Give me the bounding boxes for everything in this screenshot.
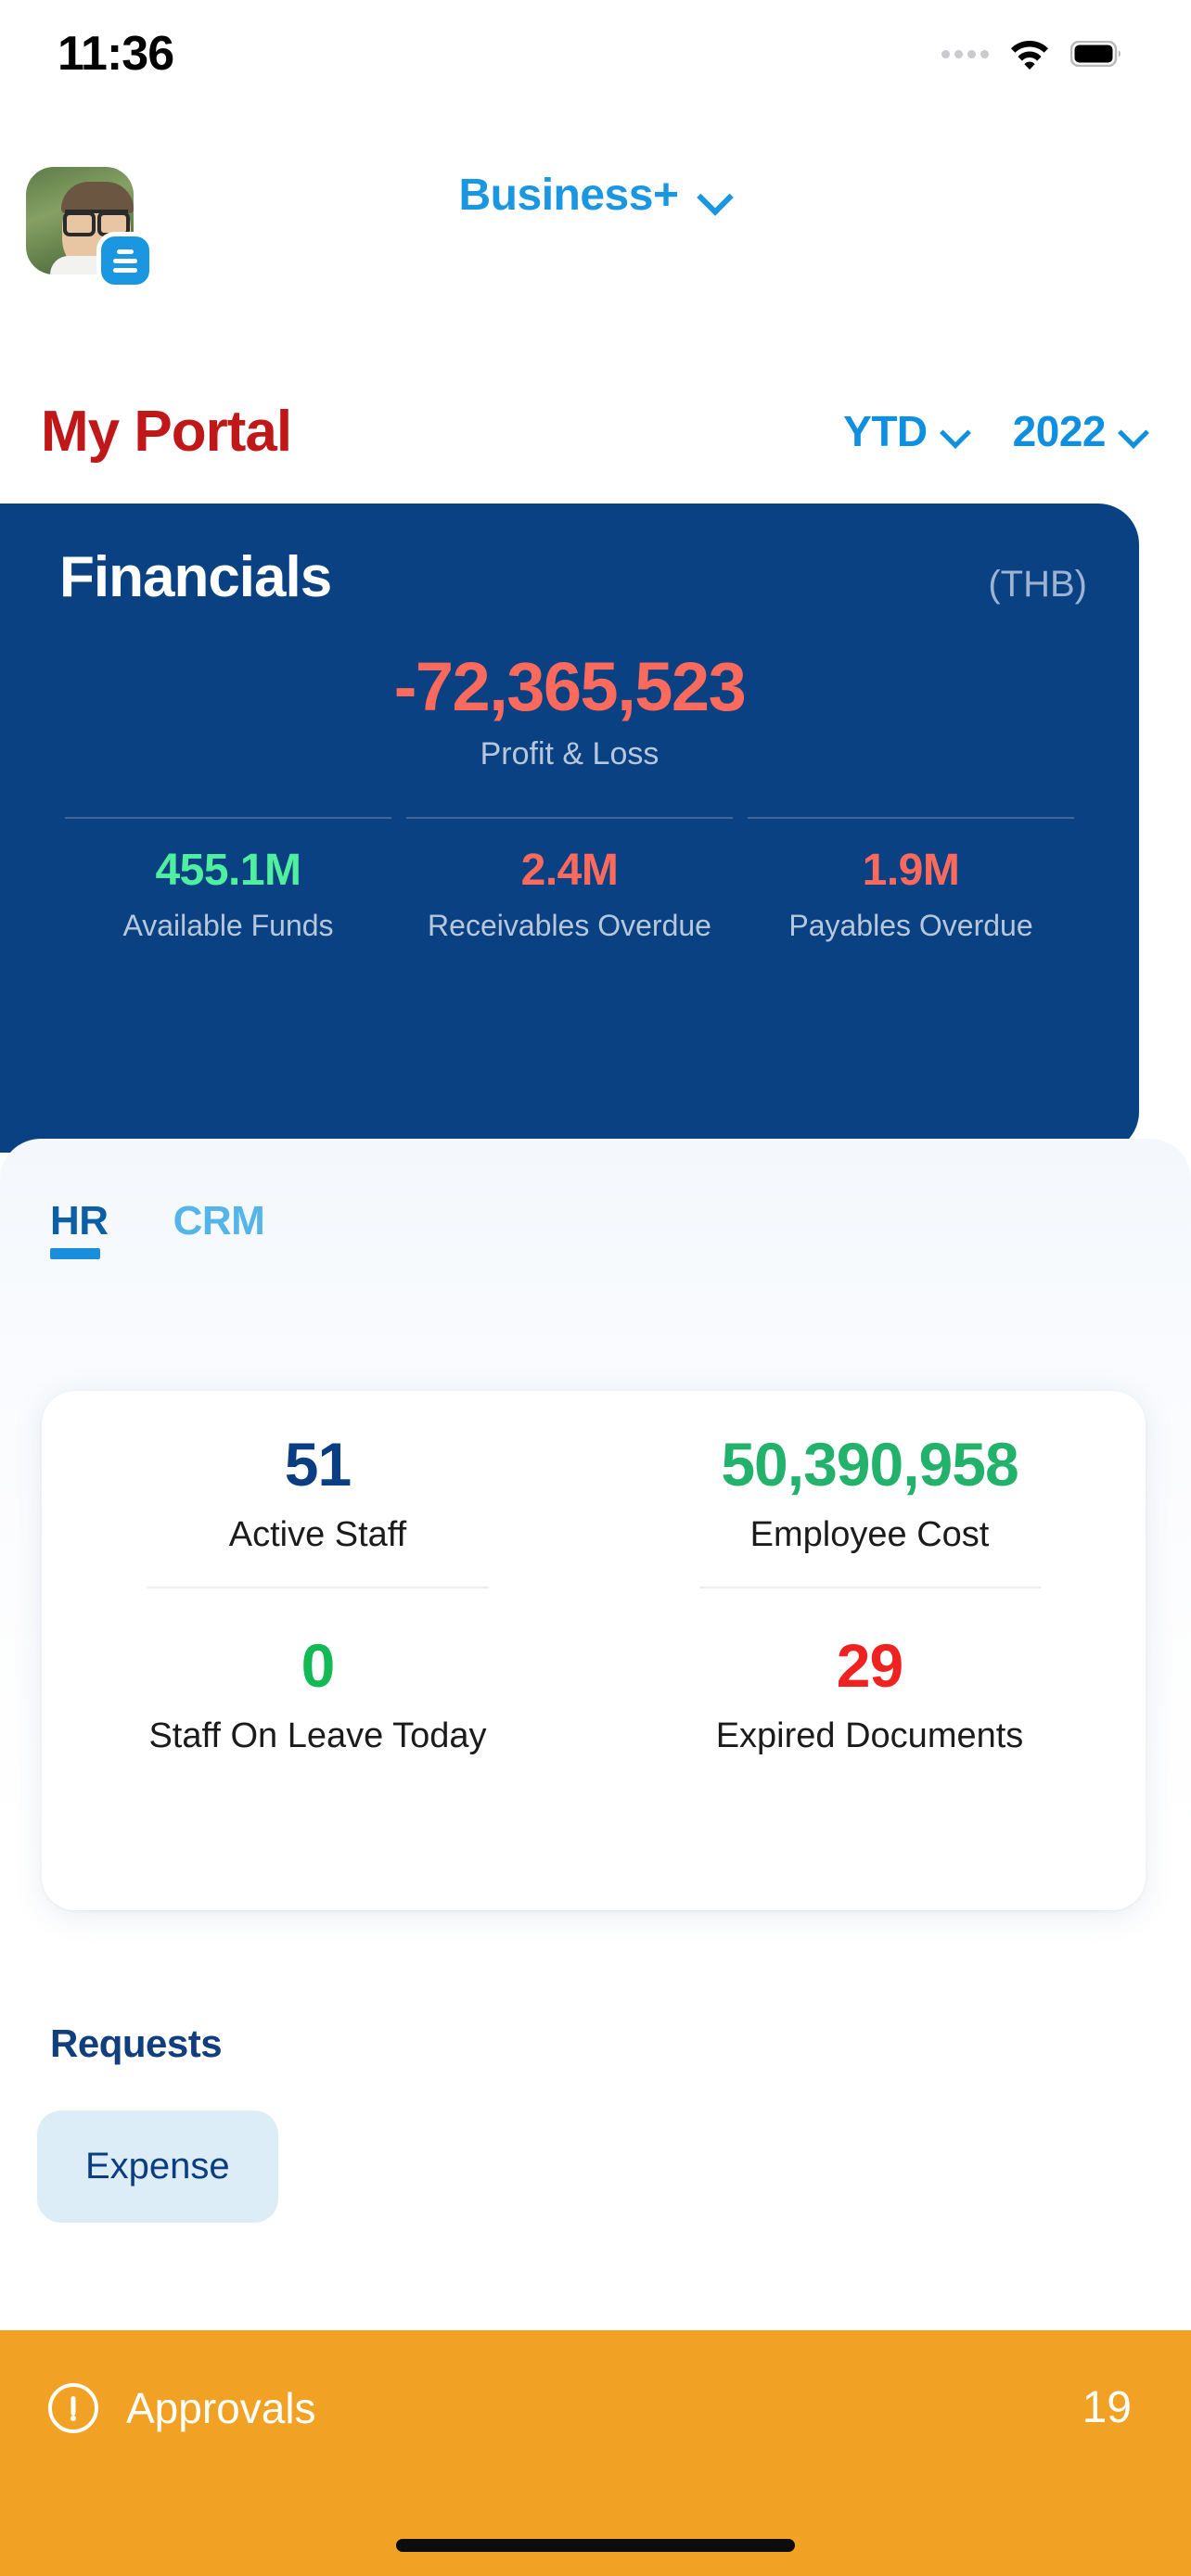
metric-value: 455.1M (155, 846, 301, 895)
page-header: My Portal YTD 2022 (0, 385, 1191, 478)
stat-employee-cost[interactable]: 50,390,958 Employee Cost (594, 1391, 1146, 1555)
cellular-signal-icon (941, 49, 989, 58)
divider (698, 1587, 1041, 1588)
stat-value: 0 (301, 1631, 336, 1700)
metric-label: Payables Overdue (788, 908, 1033, 942)
status-bar: 11:36 (0, 0, 1191, 108)
stat-label: Employee Cost (749, 1515, 990, 1554)
tab-crm[interactable]: CRM (173, 1198, 265, 1259)
stat-value: 51 (284, 1430, 352, 1498)
approvals-count: 19 (1082, 2383, 1132, 2432)
metric-label: Receivables Overdue (428, 908, 711, 942)
financials-currency: (THB) (988, 564, 1087, 605)
workspace-label: Business+ (458, 170, 679, 220)
profit-loss-value: -72,365,523 (393, 648, 747, 725)
period-filter[interactable]: YTD (843, 406, 970, 456)
metric-value: 1.9M (862, 846, 960, 895)
stat-staff-on-leave[interactable]: 0 Staff On Leave Today (42, 1555, 594, 1756)
stat-value: 50,390,958 (721, 1430, 1018, 1498)
modules-panel: HR CRM 51 Active Staff 50,390,958 Employ… (0, 1139, 1191, 2330)
approvals-bar[interactable]: Approvals 19 (0, 2330, 1191, 2576)
metric-receivables-overdue[interactable]: 2.4M Receivables Overdue (406, 817, 733, 944)
approvals-label: Approvals (126, 2383, 316, 2432)
stat-label: Active Staff (228, 1515, 407, 1554)
status-icons (941, 38, 1122, 70)
financials-card[interactable]: Financials (THB) -72,365,523 Profit & Lo… (0, 504, 1139, 1153)
metric-label: Available Funds (122, 908, 334, 942)
filter-group: YTD 2022 (843, 406, 1148, 456)
chevron-down-icon (697, 177, 732, 212)
phone-screen: 11:36 Business+ My Portal YTD 2022 Finan… (0, 0, 1191, 2576)
metric-available-funds[interactable]: 455.1M Available Funds (65, 817, 391, 944)
workspace-switcher[interactable]: Business+ (0, 139, 1191, 250)
tab-hr[interactable]: HR (50, 1198, 109, 1259)
stat-active-staff[interactable]: 51 Active Staff (42, 1391, 594, 1555)
period-filter-label: YTD (843, 407, 928, 455)
avatar[interactable] (26, 167, 154, 289)
financials-title: Financials (59, 545, 332, 609)
stat-expired-documents[interactable]: 29 Expired Documents (594, 1555, 1146, 1756)
request-chip-expense[interactable]: Expense (37, 2111, 278, 2223)
module-tabs: HR CRM (0, 1139, 1191, 1259)
metric-payables-overdue[interactable]: 1.9M Payables Overdue (748, 817, 1074, 944)
requests-title: Requests (50, 2021, 223, 2065)
profit-loss-label: Profit & Loss (480, 736, 660, 772)
approvals-content: Approvals 19 (0, 2330, 1191, 2433)
chevron-down-icon (1119, 416, 1148, 446)
financials-header: Financials (THB) (0, 504, 1139, 610)
year-filter[interactable]: 2022 (1013, 406, 1148, 456)
requests-section: Requests Expense (0, 2021, 1191, 2223)
hr-stats-row: 51 Active Staff 50,390,958 Employee Cost (42, 1391, 1146, 1555)
requests-chip-list: Expense (0, 2066, 1191, 2223)
stat-label: Expired Documents (715, 1716, 1024, 1755)
divider (147, 1587, 489, 1588)
profit-loss-block: -72,365,523 Profit & Loss (0, 653, 1139, 772)
status-time: 11:36 (58, 27, 174, 81)
hr-stats-card: 51 Active Staff 50,390,958 Employee Cost… (42, 1391, 1146, 1910)
page-title: My Portal (41, 399, 292, 464)
wifi-icon (1009, 38, 1050, 70)
stat-value: 29 (836, 1631, 903, 1700)
alert-circle-icon (48, 2382, 98, 2433)
top-nav: Business+ (0, 139, 1191, 289)
year-filter-label: 2022 (1012, 407, 1107, 455)
chevron-down-icon (941, 416, 970, 446)
stat-label: Staff On Leave Today (148, 1716, 487, 1755)
battery-icon (1069, 40, 1122, 68)
home-indicator[interactable] (396, 2539, 795, 2552)
metric-value: 2.4M (520, 846, 619, 895)
menu-badge-icon[interactable] (96, 232, 154, 289)
hr-stats-row: 0 Staff On Leave Today 29 Expired Docume… (42, 1555, 1146, 1756)
financials-metrics: 455.1M Available Funds 2.4M Receivables … (0, 817, 1139, 944)
